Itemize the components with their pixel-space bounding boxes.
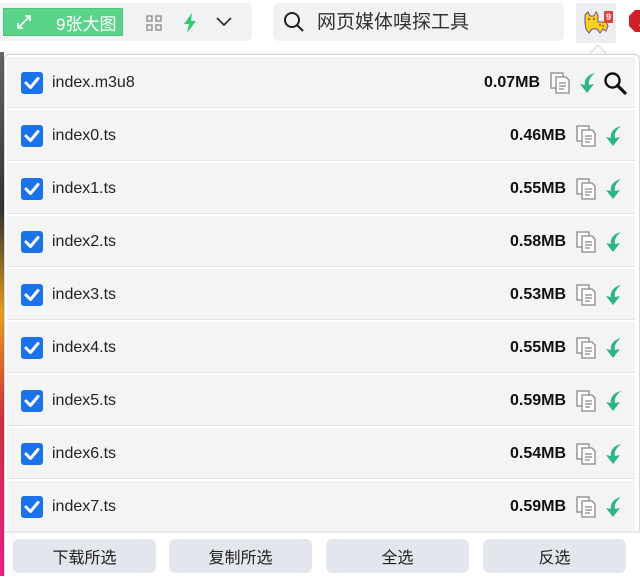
file-checkbox[interactable] bbox=[21, 389, 43, 412]
file-checkbox[interactable] bbox=[21, 495, 43, 518]
file-name: index.m3u8 bbox=[52, 73, 135, 91]
file-name: index0.ts bbox=[52, 126, 117, 144]
copy-link-icon[interactable] bbox=[575, 495, 597, 519]
big-image-label: 9张大图 bbox=[56, 14, 117, 34]
file-row: index5.ts 0.59MB bbox=[7, 375, 635, 428]
file-checkbox[interactable] bbox=[21, 442, 43, 465]
copy-selected-button[interactable]: 复制所选 bbox=[169, 539, 312, 573]
file-size: 0.46MB bbox=[509, 126, 566, 144]
file-row: index6.ts 0.54MB bbox=[7, 428, 635, 481]
download-icon[interactable] bbox=[603, 283, 625, 307]
file-row: index3.ts 0.53MB bbox=[7, 269, 635, 322]
file-name: index5.ts bbox=[52, 391, 117, 409]
file-name: index4.ts bbox=[52, 338, 117, 356]
select-all-button[interactable]: 全选 bbox=[326, 539, 469, 573]
file-size: 0.55MB bbox=[509, 338, 566, 356]
download-icon[interactable] bbox=[603, 336, 625, 360]
search-icon bbox=[284, 12, 304, 32]
file-checkbox[interactable] bbox=[21, 124, 43, 147]
media-list-popup: index.m3u8 0.07MB index0.ts 0.46MB index1.ts… bbox=[4, 54, 640, 577]
download-selected-button[interactable]: 下载所选 bbox=[13, 539, 156, 573]
chevron-down-icon[interactable] bbox=[214, 15, 234, 29]
action-footer: 下载所选 复制所选 全选 反选 bbox=[5, 531, 640, 577]
file-name: index2.ts bbox=[52, 232, 117, 250]
file-checkbox[interactable] bbox=[21, 336, 43, 359]
file-size: 0.53MB bbox=[509, 285, 566, 303]
file-size: 0.59MB bbox=[509, 391, 566, 409]
expand-icon bbox=[14, 14, 34, 30]
file-size: 0.59MB bbox=[509, 497, 566, 515]
file-checkbox[interactable] bbox=[21, 71, 43, 94]
invert-selection-button[interactable]: 反选 bbox=[483, 539, 626, 573]
file-size: 0.58MB bbox=[509, 232, 566, 250]
download-icon[interactable] bbox=[603, 389, 625, 413]
copy-link-icon[interactable] bbox=[549, 71, 571, 95]
copy-link-icon[interactable] bbox=[575, 230, 597, 254]
copy-link-icon[interactable] bbox=[575, 442, 597, 466]
preview-magnifier-icon[interactable] bbox=[603, 71, 627, 95]
browser-toolbar: 9张大图 9 A bbox=[0, 0, 640, 46]
big-image-button[interactable]: 9张大图 bbox=[3, 8, 123, 36]
file-row: index1.ts 0.55MB bbox=[7, 163, 635, 216]
file-checkbox[interactable] bbox=[21, 177, 43, 200]
copy-link-icon[interactable] bbox=[575, 389, 597, 413]
lightning-icon[interactable] bbox=[181, 13, 199, 33]
file-checkbox[interactable] bbox=[21, 283, 43, 306]
file-size: 0.54MB bbox=[509, 444, 566, 462]
download-icon[interactable] bbox=[577, 71, 599, 95]
adblock-icon[interactable]: A bbox=[628, 9, 640, 33]
file-row: index4.ts 0.55MB bbox=[7, 322, 635, 375]
file-name: index7.ts bbox=[52, 497, 117, 515]
file-row: index.m3u8 0.07MB bbox=[7, 57, 635, 110]
toolbar-left-group: 9张大图 bbox=[0, 3, 252, 41]
file-size: 0.55MB bbox=[509, 179, 566, 197]
copy-link-icon[interactable] bbox=[575, 336, 597, 360]
file-row: index0.ts 0.46MB bbox=[7, 110, 635, 163]
search-input[interactable] bbox=[317, 11, 547, 33]
search-bar[interactable] bbox=[273, 3, 564, 41]
download-icon[interactable] bbox=[603, 124, 625, 148]
copy-link-icon[interactable] bbox=[575, 124, 597, 148]
file-row: index7.ts 0.59MB bbox=[7, 481, 635, 534]
qr-code-icon[interactable] bbox=[146, 15, 162, 31]
download-icon[interactable] bbox=[603, 442, 625, 466]
file-checkbox[interactable] bbox=[21, 230, 43, 253]
file-name: index6.ts bbox=[52, 444, 117, 462]
copy-link-icon[interactable] bbox=[575, 177, 597, 201]
file-name: index3.ts bbox=[52, 285, 117, 303]
extension-badge: 9 bbox=[603, 11, 613, 23]
file-size: 0.07MB bbox=[483, 73, 540, 91]
copy-link-icon[interactable] bbox=[575, 283, 597, 307]
download-icon[interactable] bbox=[603, 495, 625, 519]
download-icon[interactable] bbox=[603, 177, 625, 201]
file-list: index.m3u8 0.07MB index0.ts 0.46MB index1.ts… bbox=[7, 57, 635, 534]
file-name: index1.ts bbox=[52, 179, 117, 197]
file-row: index2.ts 0.58MB bbox=[7, 216, 635, 269]
media-sniffer-extension-button[interactable]: 9 bbox=[576, 3, 616, 43]
download-icon[interactable] bbox=[603, 230, 625, 254]
